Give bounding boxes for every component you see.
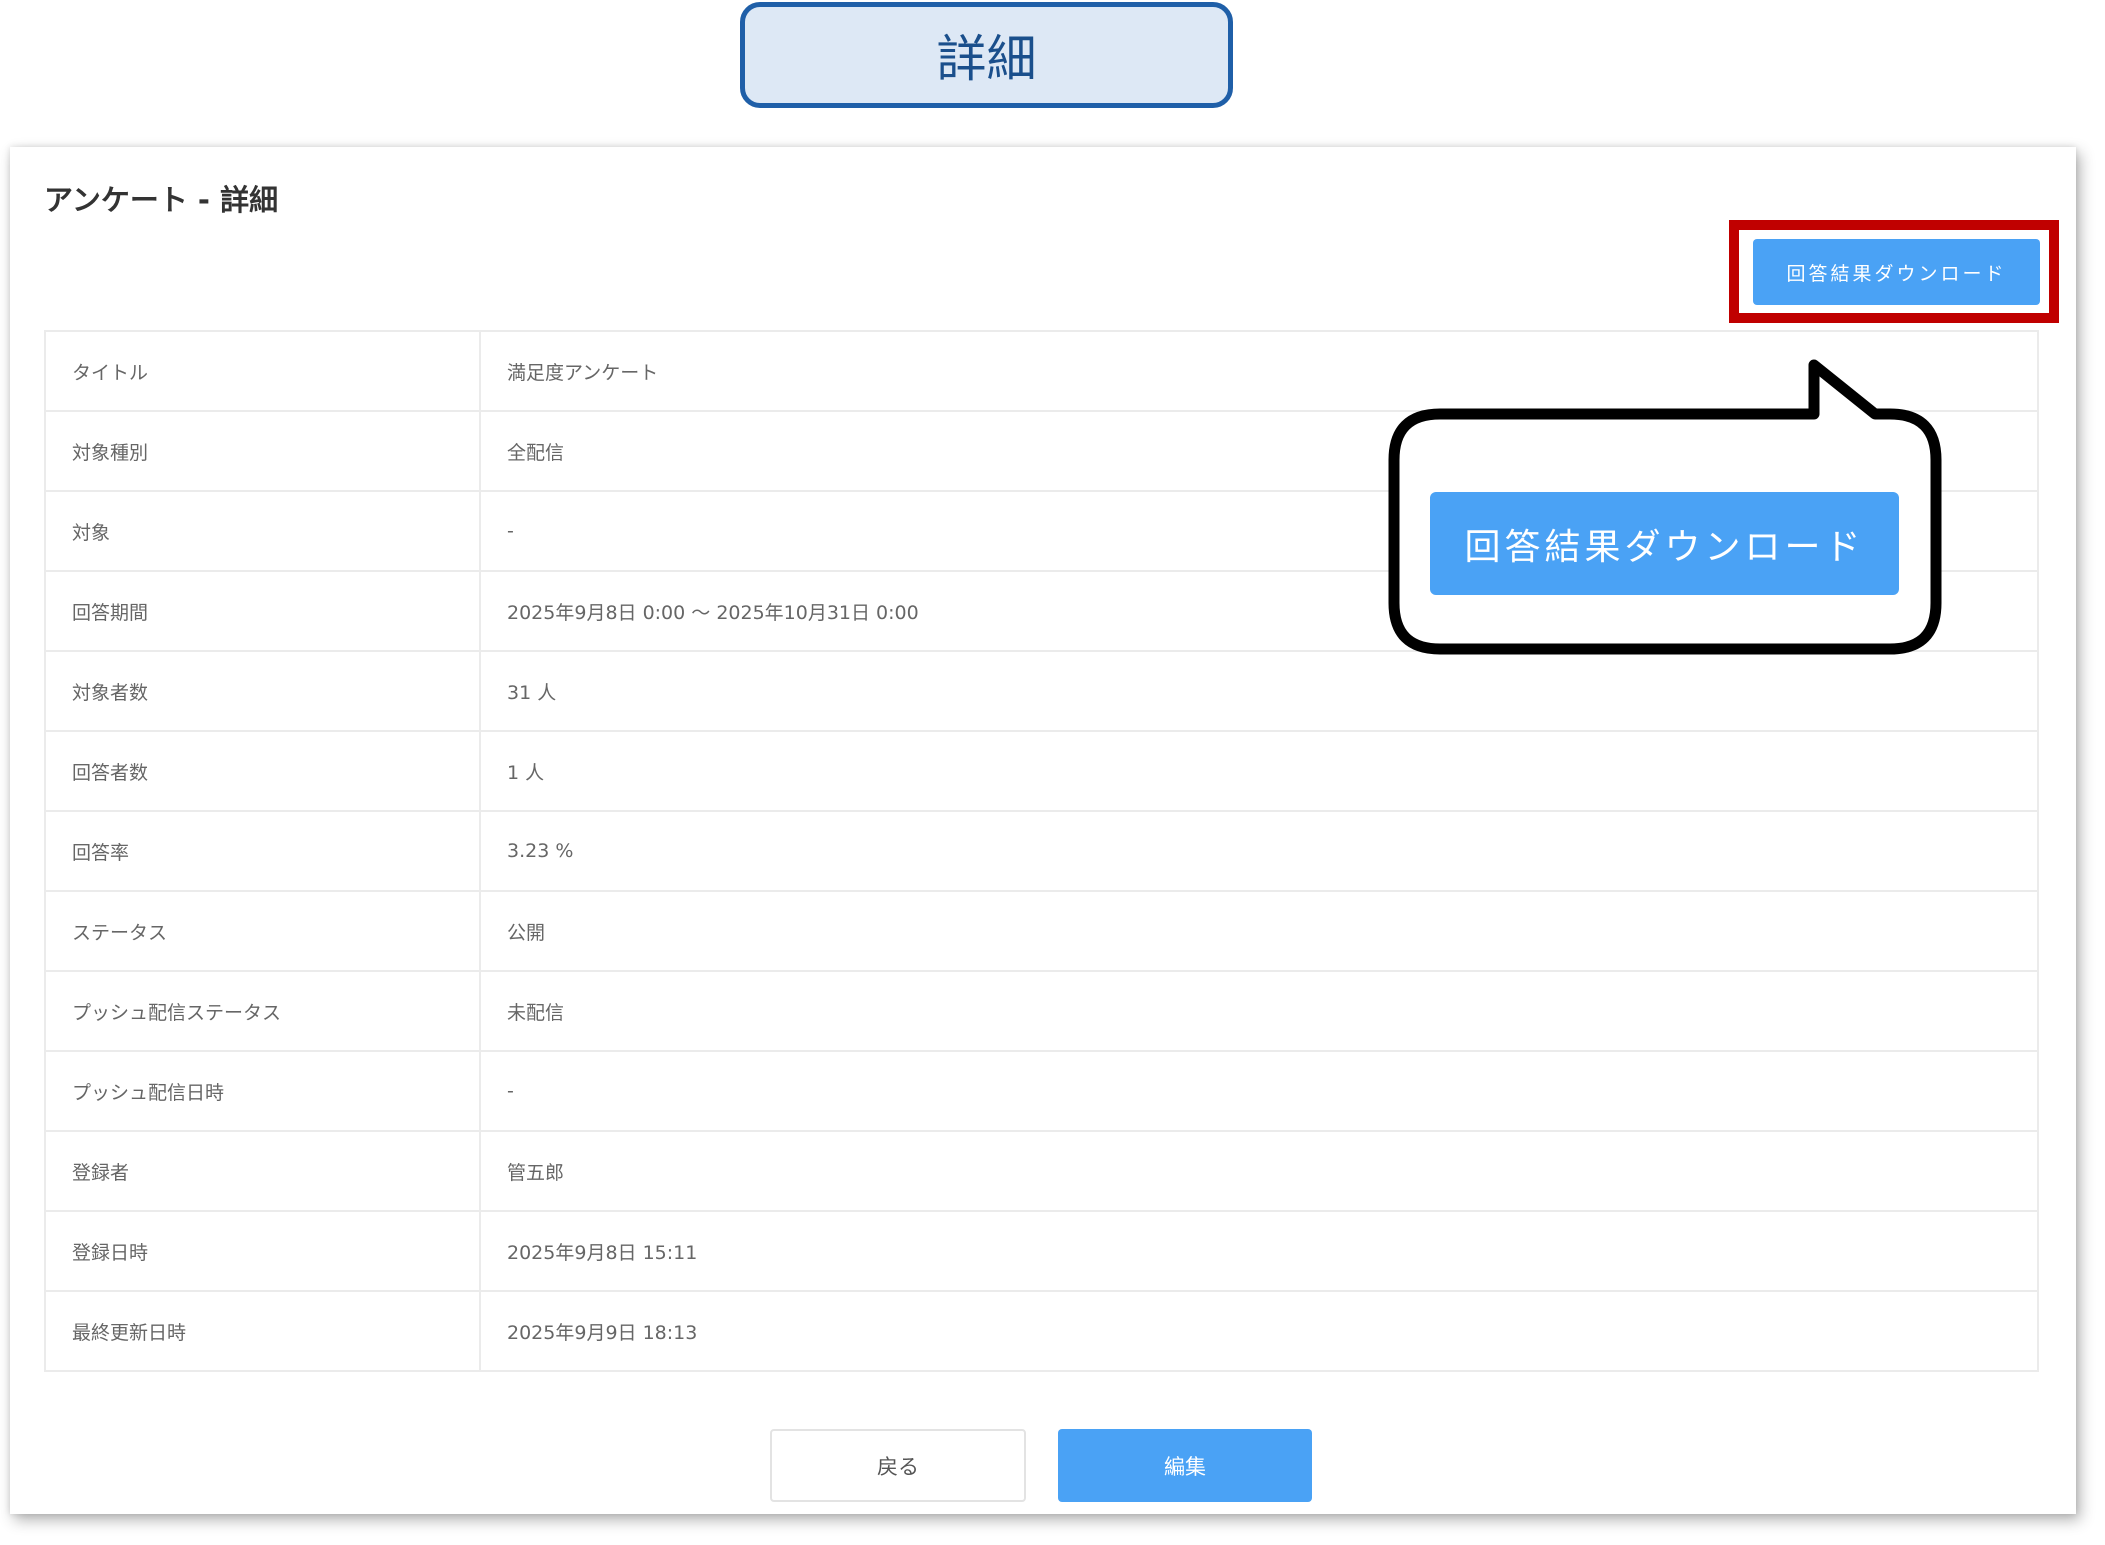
row-label: タイトル <box>44 330 481 412</box>
callout-bubble: 回答結果ダウンロード <box>1380 330 1950 670</box>
table-row: 最終更新日時 2025年9月9日 18:13 <box>44 1290 2039 1372</box>
callout-download-button: 回答結果ダウンロード <box>1430 492 1899 595</box>
table-row: 回答者数 1 人 <box>44 730 2039 812</box>
highlight-box <box>1729 220 2059 323</box>
row-value: 3.23 % <box>479 810 2039 892</box>
table-row: 回答率 3.23 % <box>44 810 2039 892</box>
row-value: 公開 <box>479 890 2039 972</box>
row-value: - <box>479 1050 2039 1132</box>
row-value: 2025年9月8日 15:11 <box>479 1210 2039 1292</box>
row-label: 対象種別 <box>44 410 481 492</box>
row-value: 管五郎 <box>479 1130 2039 1212</box>
row-label: 回答期間 <box>44 570 481 652</box>
row-label: 対象 <box>44 490 481 572</box>
row-value: 未配信 <box>479 970 2039 1052</box>
page-title: アンケート - 詳細 <box>44 183 279 217</box>
row-value: 1 人 <box>479 730 2039 812</box>
table-row: 登録者 管五郎 <box>44 1130 2039 1212</box>
stage: 詳細 アンケート - 詳細 回答結果ダウンロード タイトル 満足度アンケート 対… <box>0 0 2105 1545</box>
table-row: プッシュ配信ステータス 未配信 <box>44 970 2039 1052</box>
table-row: プッシュ配信日時 - <box>44 1050 2039 1132</box>
row-label: 登録日時 <box>44 1210 481 1292</box>
row-label: プッシュ配信ステータス <box>44 970 481 1052</box>
table-row: 登録日時 2025年9月8日 15:11 <box>44 1210 2039 1292</box>
row-value: 2025年9月9日 18:13 <box>479 1290 2039 1372</box>
row-label: 登録者 <box>44 1130 481 1212</box>
back-button[interactable]: 戻る <box>770 1429 1026 1502</box>
row-label: 回答者数 <box>44 730 481 812</box>
row-label: 対象者数 <box>44 650 481 732</box>
edit-button[interactable]: 編集 <box>1058 1429 1312 1502</box>
row-label: プッシュ配信日時 <box>44 1050 481 1132</box>
table-row: ステータス 公開 <box>44 890 2039 972</box>
row-label: 回答率 <box>44 810 481 892</box>
row-label: 最終更新日時 <box>44 1290 481 1372</box>
section-header-label: 詳細 <box>740 2 1233 108</box>
row-label: ステータス <box>44 890 481 972</box>
